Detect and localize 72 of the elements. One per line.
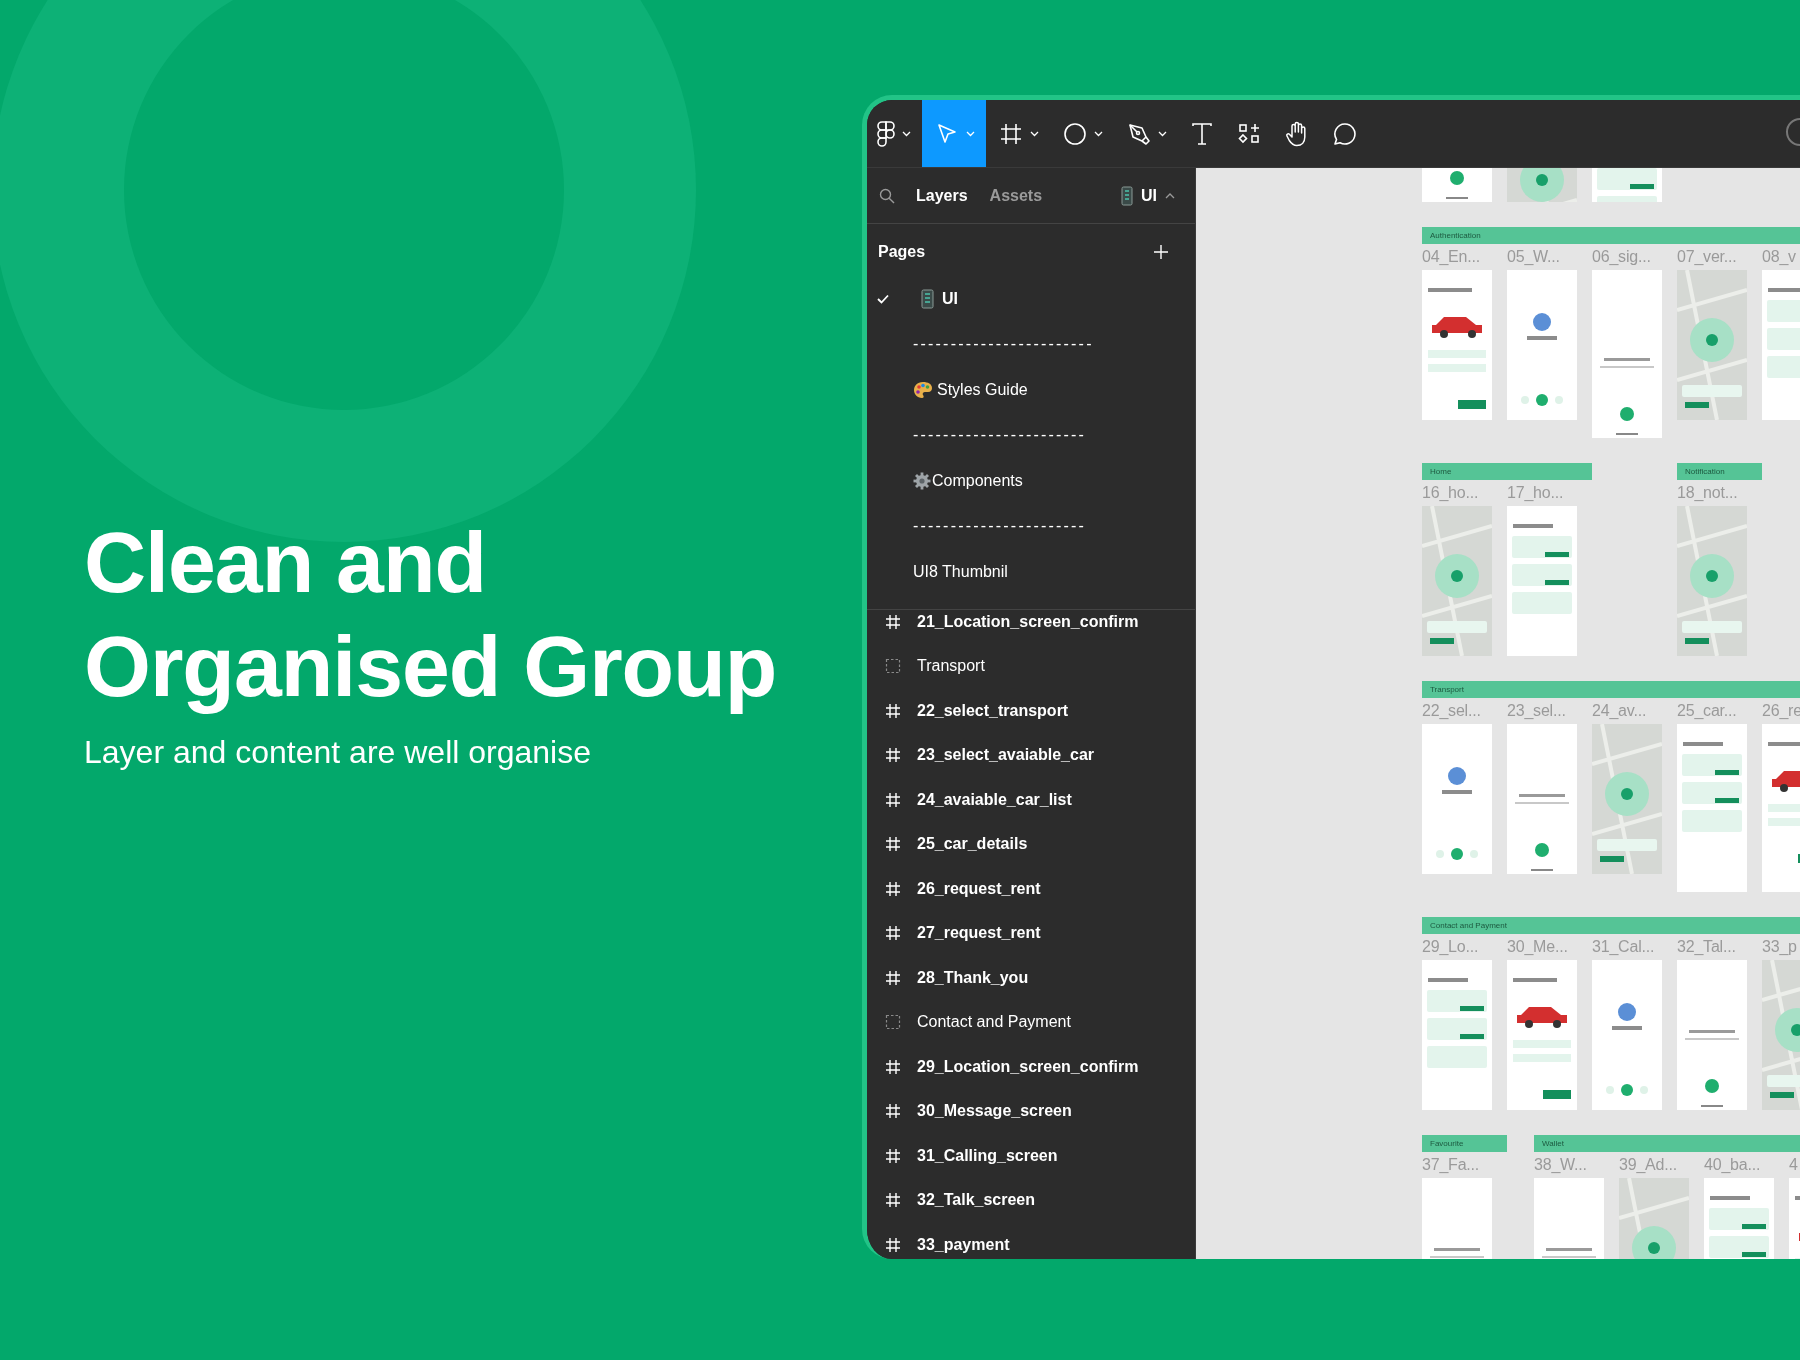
caret-icon [1165,192,1175,199]
frame-icon [885,1192,901,1209]
page-item[interactable]: UI [867,276,966,322]
section-icon [885,658,901,675]
ellipse-icon [1063,121,1087,146]
frame-layer[interactable]: 21_Location_screen_confirm [867,609,1147,644]
cursor-icon [935,121,959,146]
frame-icon [885,747,901,764]
frame-icon [885,1058,901,1075]
page-separator[interactable]: ------------------------ [867,321,1102,367]
page-separator[interactable]: ----------------------- [867,503,1095,549]
frame-icon [885,836,901,853]
section-layer[interactable]: Transport [867,644,993,689]
frame-layer[interactable]: 26_request_rent [867,866,1049,911]
section-banner: Notification [1677,463,1762,480]
page-item[interactable]: Styles Guide [867,367,1036,413]
frame-icon [885,1103,901,1120]
logo-icon [877,120,895,147]
section-banner: Home [1422,463,1592,480]
page-selector[interactable]: UI [1115,184,1181,207]
section-icon [885,1014,901,1031]
panel-tab[interactable]: Assets [978,182,1054,209]
frame-layer[interactable]: 33_payment [867,1222,1018,1259]
resources-icon [1237,121,1261,146]
section-banner: Transport [1422,681,1800,698]
comment-icon [1333,121,1357,146]
caret-icon [1030,130,1039,137]
frame-icon [999,121,1023,146]
search-icon[interactable] [879,187,895,204]
pages-heading: Pages [878,243,926,261]
add-icon[interactable] [1153,244,1169,260]
frame-icon [885,702,901,719]
panel-tab[interactable]: Layers [905,182,979,209]
checkmark-icon [877,293,889,304]
frame-layer[interactable]: 22_select_transport [867,688,1077,733]
phone-icon [921,288,934,309]
caret-icon [966,130,975,137]
frame-icon [885,791,901,808]
frame-layer[interactable]: 28_Thank_you [867,955,1037,1000]
frame-icon [885,613,901,630]
phone-icon [1121,185,1133,206]
frame-layer[interactable]: 30_Message_screen [867,1089,1080,1134]
section-banner: Authentication [1422,227,1800,244]
frame-layer[interactable]: 27_request_rent [867,911,1049,956]
subtitle: Layer and content are well organise [84,734,592,771]
headline: Clean and Organised Group [84,513,778,716]
frame-icon [885,1236,901,1253]
frame-icon [885,969,901,986]
pen-icon [1127,121,1151,146]
frame-icon [885,925,901,942]
text-tool-icon [1191,121,1213,146]
caret-icon [1094,130,1103,137]
page-separator[interactable]: ----------------------- [867,412,1095,458]
frame-layer[interactable]: 24_avaiable_car_list [867,777,1080,822]
frame-layer[interactable]: 31_Calling_screen [867,1133,1066,1178]
section-banner: Wallet [1534,1135,1800,1152]
frame-layer[interactable]: 25_car_details [867,822,1036,867]
page-item[interactable]: UI8 Thumbnil [867,549,1016,595]
frame-layer[interactable]: 29_Location_screen_confirm [867,1044,1147,1089]
frame-icon [885,880,901,897]
frame-layer[interactable]: 32_Talk_screen [867,1178,1043,1223]
frame-layer[interactable]: 23_select_avaiable_car [867,733,1103,778]
section-layer[interactable]: Contact and Payment [867,1000,1079,1045]
caret-icon [1158,130,1167,137]
caret-icon [902,130,911,137]
section-banner: Contact and Payment [1422,917,1800,934]
gear-icon [913,471,931,490]
palette-icon [913,380,933,399]
section-banner: Favourite [1422,1135,1507,1152]
frame-icon [885,1147,901,1164]
hand-icon [1285,120,1309,147]
page-item[interactable]: Components [867,458,1031,504]
